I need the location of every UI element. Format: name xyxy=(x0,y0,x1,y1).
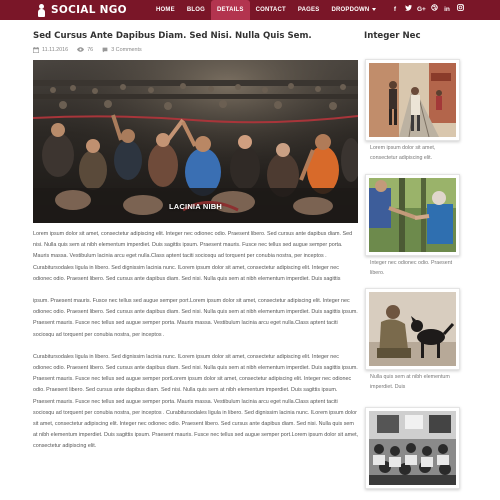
nav-item-dropdown-label: DROPDOWN xyxy=(331,7,370,13)
sidebar-thumbnail[interactable] xyxy=(365,174,460,256)
street-walkers-photo xyxy=(369,63,456,137)
nav-item-dropdown[interactable]: DROPDOWN xyxy=(325,0,382,20)
post-comments-link[interactable]: 3 Comments xyxy=(111,47,142,53)
sidebar-thumbnail[interactable] xyxy=(365,407,460,489)
main-menu: HOME BLOG DETAILS CONTACT PAGES DROPDOWN xyxy=(150,0,382,20)
nav-item-details[interactable]: DETAILS xyxy=(210,0,250,20)
eye-icon xyxy=(77,47,85,52)
post-date-text: 11.11.2016 xyxy=(42,46,69,53)
post-views: 76 xyxy=(77,47,93,53)
facebook-icon[interactable]: f xyxy=(391,0,399,20)
sidebar-item[interactable]: Nulla quis sem at nibh elementum imperdi… xyxy=(365,288,460,392)
twitter-icon[interactable] xyxy=(404,0,412,20)
nav-item-contact[interactable]: CONTACT xyxy=(250,0,292,20)
instagram-icon[interactable] xyxy=(456,0,464,20)
sidebar-item[interactable]: Integer nec odionec odio. Praesent liber… xyxy=(365,174,460,278)
post-date: 11.11.2016 xyxy=(33,46,69,53)
post-hero-image: LACINIA NIBH xyxy=(33,60,358,223)
caret-down-icon xyxy=(372,7,377,11)
sidebar-caption: Lorem ipsum dolor sit amet, consectetur … xyxy=(370,145,436,161)
nav-item-home[interactable]: HOME xyxy=(150,0,181,20)
post-paragraph: Lorem ipsum dolor sit amet, consectetur … xyxy=(33,231,353,282)
post-paragraph: Curabitursodales ligula in libero. Sed d… xyxy=(33,353,359,450)
dribbble-icon[interactable] xyxy=(430,0,438,20)
sidebar-thumbnail[interactable] xyxy=(365,59,460,141)
brand-logo[interactable]: SOCIAL NGO xyxy=(37,3,127,17)
sidebar-thumbnail[interactable] xyxy=(365,288,460,370)
brand-name: SOCIAL NGO xyxy=(51,4,127,16)
sidebar-item[interactable] xyxy=(365,407,460,491)
handshake-forest-photo xyxy=(369,178,456,252)
comment-icon xyxy=(102,47,108,52)
post-comments[interactable]: 3 Comments xyxy=(102,47,142,53)
google-plus-icon[interactable]: G+ xyxy=(417,0,426,20)
post-title: Sed Cursus Ante Dapibus Diam. Sed Nisi. … xyxy=(33,31,312,41)
post-body: Lorem ipsum dolor sit amet, consectetur … xyxy=(33,229,359,464)
calendar-icon xyxy=(33,46,39,53)
post-paragraph: ipsum. Praesent mauris. Fusce nec tellus… xyxy=(33,298,358,338)
hero-caption: LACINIA NIBH xyxy=(169,202,222,211)
nav-item-pages[interactable]: PAGES xyxy=(292,0,326,20)
post-meta: 11.11.2016 76 3 Comments xyxy=(33,45,151,54)
linkedin-icon[interactable]: in xyxy=(443,0,451,20)
nav-item-blog[interactable]: BLOG xyxy=(181,0,211,20)
soldier-dog-photo xyxy=(369,292,456,366)
sidebar-item[interactable]: Lorem ipsum dolor sit amet, consectetur … xyxy=(365,59,460,163)
sidebar-caption: Nulla quis sem at nibh elementum imperdi… xyxy=(370,374,450,390)
sidebar-title: Integer Nec xyxy=(364,31,421,41)
top-navbar: SOCIAL NGO HOME BLOG DETAILS CONTACT PAG… xyxy=(0,0,500,20)
classroom-photo xyxy=(369,411,456,485)
crowd-photo xyxy=(33,60,358,223)
sidebar-caption: Integer nec odionec odio. Praesent liber… xyxy=(370,260,453,276)
post-views-count: 76 xyxy=(87,46,94,53)
social-links: f G+ in xyxy=(391,0,464,20)
person-icon xyxy=(37,3,46,17)
